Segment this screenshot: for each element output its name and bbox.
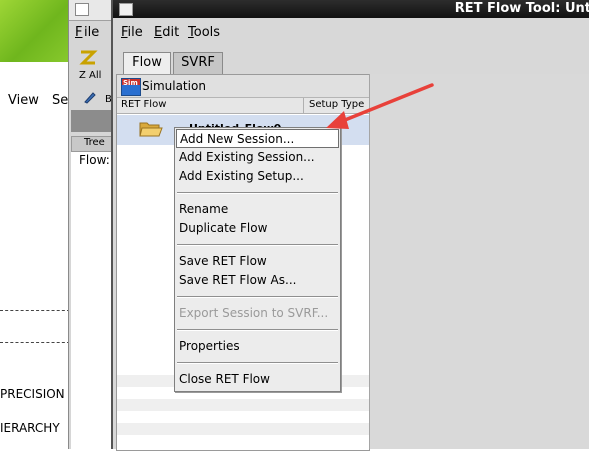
menu-edit[interactable]: Edit xyxy=(154,25,179,40)
tab-svrf[interactable]: SVRF xyxy=(173,52,223,75)
workspace-area xyxy=(369,74,589,449)
menu-separator xyxy=(177,244,338,246)
menu-add-existing-setup[interactable]: Add Existing Setup... xyxy=(176,167,339,186)
simulation-icon: Sim xyxy=(121,78,141,96)
simulation-header[interactable]: Sim Simulation xyxy=(117,75,369,98)
window-icon xyxy=(119,3,133,16)
window-icon xyxy=(75,3,89,16)
window-titlebar[interactable]: RET Flow Tool: Unt xyxy=(113,0,589,18)
row-stripe xyxy=(117,423,369,435)
dashed-divider xyxy=(0,342,70,343)
desktop-wallpaper xyxy=(0,0,70,62)
menu-duplicate-flow[interactable]: Duplicate Flow xyxy=(176,219,339,238)
bg-text-hierarchy: IERARCHY xyxy=(0,421,60,435)
bg-menu-se[interactable]: Se xyxy=(52,93,68,108)
menu-add-existing-session[interactable]: Add Existing Session... xyxy=(176,148,339,167)
menu-rename[interactable]: Rename xyxy=(176,200,339,219)
menubar: File Edit Tools xyxy=(113,20,589,44)
middle-menu-file[interactable]: File xyxy=(69,22,114,42)
menu-export-session-svrf: Export Session to SVRF... xyxy=(179,306,329,320)
column-ret-flow[interactable]: RET Flow xyxy=(121,99,166,110)
dashed-divider xyxy=(0,310,70,311)
menu-save-ret-flow[interactable]: Save RET Flow xyxy=(176,252,339,271)
middle-window: File Z All B Tree Flow: xyxy=(68,0,116,449)
menu-separator xyxy=(177,296,338,298)
menu-file[interactable]: File xyxy=(121,25,143,40)
menu-separator xyxy=(177,329,338,331)
zoom-all-label: Z All xyxy=(79,70,102,81)
menu-save-ret-flow-as[interactable]: Save RET Flow As... xyxy=(176,271,339,290)
column-setup-type[interactable]: Setup Type xyxy=(303,98,369,113)
bg-text-precision: PRECISION xyxy=(0,387,65,401)
folder-open-icon xyxy=(139,120,163,138)
tree-tab[interactable]: Tree xyxy=(71,136,116,152)
zoom-all-icon[interactable] xyxy=(78,50,98,66)
tree-panel: Flow: xyxy=(71,152,114,449)
tab-flow[interactable]: Flow xyxy=(123,52,171,75)
simulation-label: Simulation xyxy=(142,79,206,93)
row-stripe xyxy=(117,399,369,411)
menu-separator xyxy=(177,362,338,364)
context-menu: Add New Session... Add Existing Session.… xyxy=(174,127,341,392)
window-title: RET Flow Tool: Unt xyxy=(454,1,589,16)
menu-close-ret-flow[interactable]: Close RET Flow xyxy=(176,370,339,389)
menu-add-new-session[interactable]: Add New Session... xyxy=(176,129,339,148)
background-window: View Se PRECISION IERARCHY xyxy=(0,0,70,449)
pencil-icon[interactable] xyxy=(83,90,97,104)
tab-strip: Flow SVRF xyxy=(113,50,589,75)
column-header: RET Flow Setup Type xyxy=(117,98,369,114)
menu-properties[interactable]: Properties xyxy=(176,337,339,356)
gray-strip xyxy=(71,110,114,132)
background-menubar: View Se xyxy=(0,90,70,112)
menu-tools[interactable]: Tools xyxy=(188,25,220,40)
flow-label: Flow: xyxy=(79,153,110,167)
bg-menu-view[interactable]: View xyxy=(8,93,39,108)
menu-separator xyxy=(177,192,338,194)
middle-window-titlebar xyxy=(69,0,114,21)
